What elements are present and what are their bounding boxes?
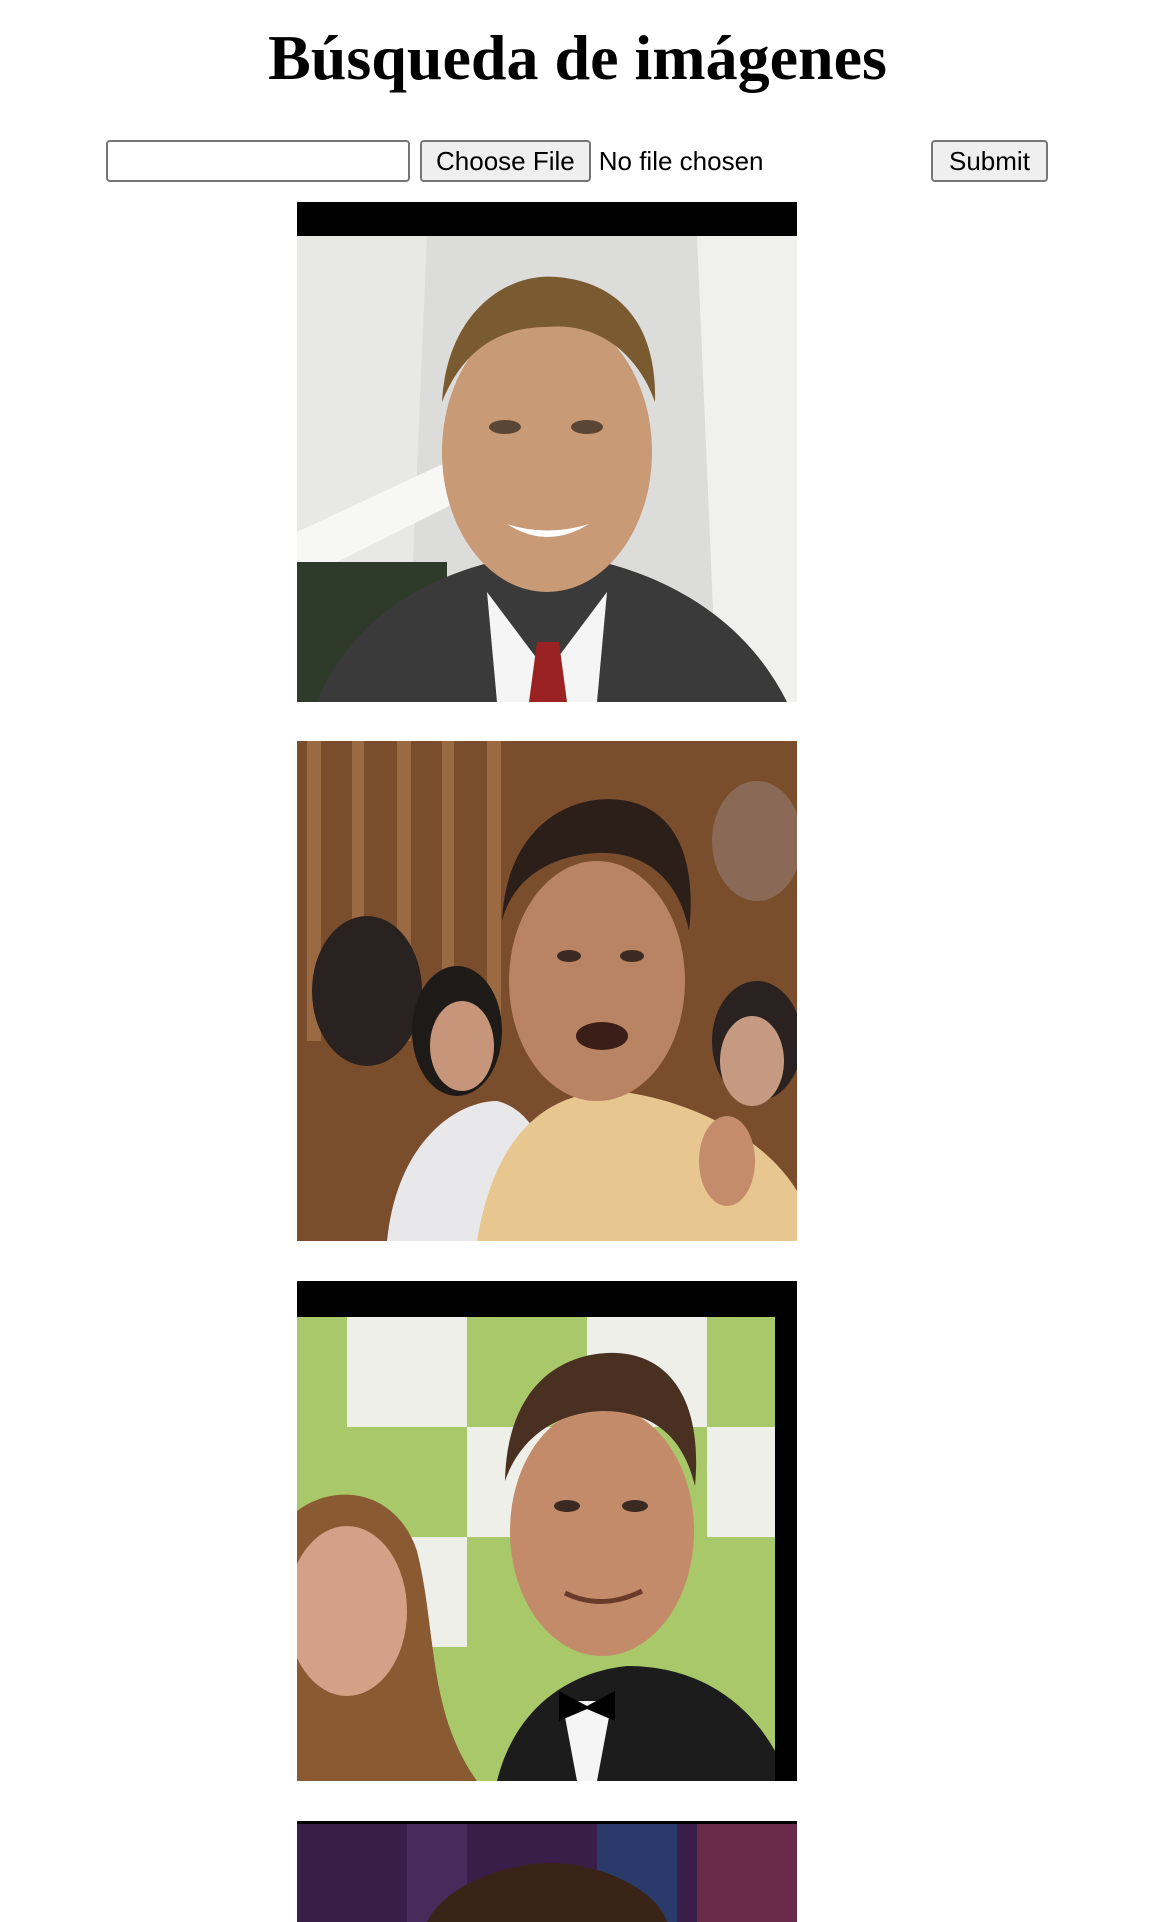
submit-button[interactable]: Submit [931, 140, 1048, 182]
result-image [297, 1821, 797, 1922]
result-image [297, 202, 797, 702]
search-text-input[interactable] [106, 140, 410, 182]
result-image [297, 1281, 797, 1781]
choose-file-button[interactable]: Choose File [420, 140, 591, 182]
portrait-photo [297, 741, 797, 1241]
search-form: Choose File No file chosen Submit [0, 0, 1170, 200]
file-status-text: No file chosen [598, 145, 764, 176]
portrait-photo [297, 1821, 797, 1922]
portrait-photo [297, 202, 797, 702]
portrait-photo [297, 1281, 797, 1781]
result-image [297, 741, 797, 1241]
file-picker[interactable]: Choose File No file chosen [420, 140, 764, 182]
